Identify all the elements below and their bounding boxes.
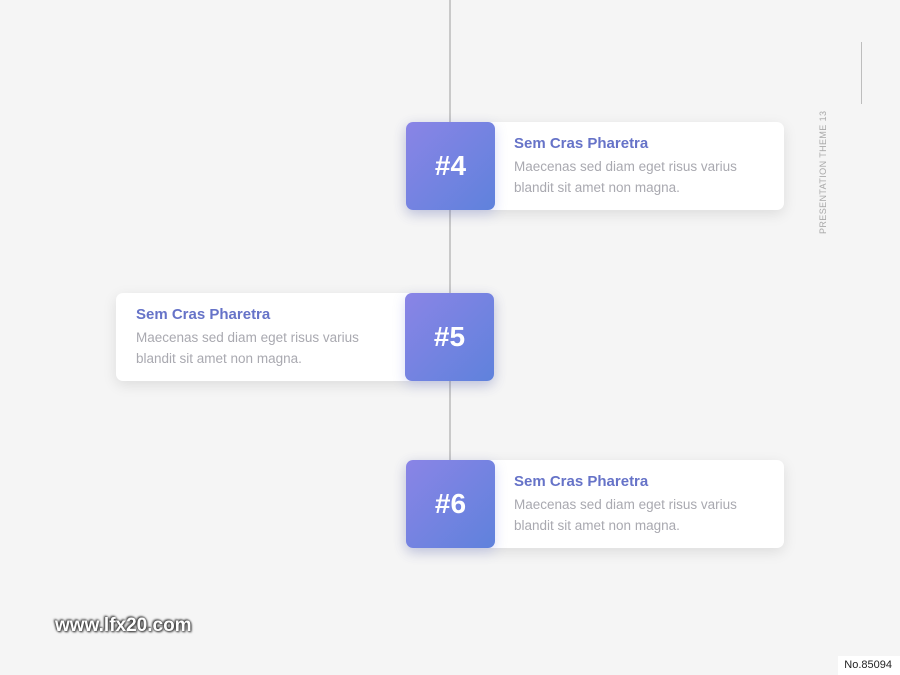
- card-description-line: Maecenas sed diam eget risus varius: [136, 330, 359, 345]
- timeline-card-4: #4 Sem Cras Pharetra Maecenas sed diam e…: [406, 122, 784, 210]
- presentation-theme-label: PRESENTATION THEME 13: [818, 110, 828, 234]
- side-divider: [861, 42, 862, 104]
- step-number-badge: #5: [405, 293, 494, 381]
- card-description: Maecenas sed diam eget risus varius blan…: [136, 327, 391, 369]
- card-description-line: blandit sit amet non magna.: [514, 518, 680, 533]
- timeline-line: [449, 0, 451, 460]
- card-title: Sem Cras Pharetra: [136, 306, 271, 323]
- timeline-card-6: #6 Sem Cras Pharetra Maecenas sed diam e…: [406, 460, 784, 548]
- step-number-badge: #4: [406, 122, 495, 210]
- card-description: Maecenas sed diam eget risus varius blan…: [514, 494, 769, 536]
- document-number: No.85094: [838, 656, 900, 675]
- card-description-line: blandit sit amet non magna.: [514, 180, 680, 195]
- timeline-card-5: Sem Cras Pharetra Maecenas sed diam eget…: [116, 293, 494, 381]
- card-title: Sem Cras Pharetra: [514, 473, 649, 490]
- card-text: Sem Cras Pharetra Maecenas sed diam eget…: [514, 472, 769, 536]
- step-number-badge: #6: [406, 460, 495, 548]
- card-description-line: blandit sit amet non magna.: [136, 351, 302, 366]
- card-text: Sem Cras Pharetra Maecenas sed diam eget…: [514, 134, 769, 198]
- card-description: Maecenas sed diam eget risus varius blan…: [514, 156, 769, 198]
- card-title: Sem Cras Pharetra: [514, 135, 649, 152]
- card-description-line: Maecenas sed diam eget risus varius: [514, 159, 737, 174]
- card-text: Sem Cras Pharetra Maecenas sed diam eget…: [136, 305, 391, 369]
- card-description-line: Maecenas sed diam eget risus varius: [514, 497, 737, 512]
- watermark: www.lfx20.com: [55, 615, 192, 636]
